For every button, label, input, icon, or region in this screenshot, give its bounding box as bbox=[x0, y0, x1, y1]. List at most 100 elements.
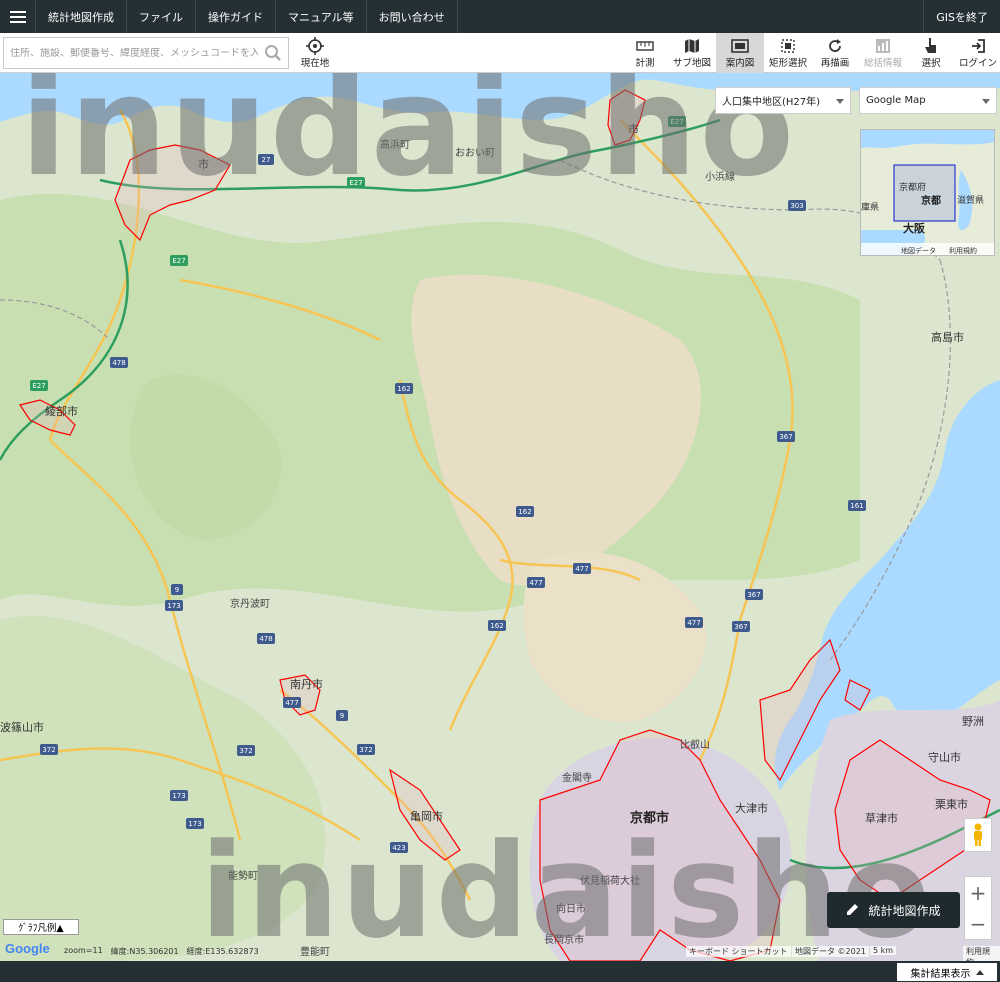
zoom-out-button[interactable]: − bbox=[965, 908, 991, 939]
route-shield-477a: 477 bbox=[573, 563, 591, 574]
route-shield-478b: 478 bbox=[257, 633, 275, 644]
svg-text:478: 478 bbox=[112, 359, 125, 367]
summary-results-button[interactable]: 集計結果表示 bbox=[897, 963, 997, 981]
svg-text:423: 423 bbox=[392, 844, 405, 852]
basemap-select-value: Google Map bbox=[866, 95, 926, 106]
login-button[interactable]: ログイン bbox=[957, 33, 999, 73]
svg-text:173: 173 bbox=[167, 602, 180, 610]
label-noseto: 能勢町 bbox=[228, 869, 258, 882]
route-shield-477d: 477 bbox=[283, 697, 301, 708]
svg-text:京都: 京都 bbox=[921, 194, 941, 207]
guide-map-label: 案内図 bbox=[725, 58, 755, 69]
sub-map-button[interactable]: サブ地図 bbox=[668, 33, 716, 73]
rect-select-button[interactable]: 矩形選択 bbox=[764, 33, 812, 73]
route-shield-303: 303 bbox=[788, 200, 806, 211]
label-hieizan: 比叡山 bbox=[680, 738, 710, 751]
svg-text:E27: E27 bbox=[172, 257, 185, 265]
svg-text:E27: E27 bbox=[32, 382, 45, 390]
route-shield-372c: 372 bbox=[357, 744, 375, 755]
select-button[interactable]: 選択 bbox=[914, 33, 948, 73]
svg-text:大阪: 大阪 bbox=[903, 221, 926, 235]
measure-button[interactable]: 計測 bbox=[629, 33, 661, 73]
route-shield-9a: 9 bbox=[171, 584, 183, 595]
guide-map-button[interactable]: 案内図 bbox=[716, 33, 764, 73]
monitor-icon bbox=[731, 37, 749, 55]
label-takahama: 高浜町 bbox=[380, 138, 410, 151]
svg-text:27: 27 bbox=[262, 156, 271, 164]
route-shield-173a: 173 bbox=[165, 600, 183, 611]
layer-select[interactable]: 人口集中地区(H27年) bbox=[715, 87, 851, 114]
route-shield-9b: 9 bbox=[336, 710, 348, 721]
sub-map-label: サブ地図 bbox=[672, 58, 711, 69]
top-menu-bar: 統計地図作成 ファイル 操作ガイド マニュアル等 お問い合わせ GISを終了 bbox=[0, 0, 1000, 33]
svg-text:京都府: 京都府 bbox=[899, 181, 926, 193]
search-input[interactable] bbox=[4, 47, 258, 59]
login-icon bbox=[970, 37, 986, 55]
zoom-control: + − bbox=[964, 876, 992, 940]
map-data-attribution: 地図データ ©2021 bbox=[792, 946, 869, 957]
svg-text:477: 477 bbox=[575, 565, 588, 573]
label-yasu: 野洲 bbox=[962, 715, 984, 728]
route-shield-27a: 27 bbox=[258, 154, 274, 165]
overview-map[interactable]: 京都府 京都 滋賀県 庫県 大阪 地図データ 利用規約 bbox=[860, 129, 995, 256]
label-maizuru: 市 bbox=[198, 157, 209, 171]
svg-text:372: 372 bbox=[42, 746, 55, 754]
current-location-button[interactable]: 現在地 bbox=[298, 33, 332, 73]
exit-gis-button[interactable]: GISを終了 bbox=[923, 0, 1000, 33]
svg-text:367: 367 bbox=[779, 433, 792, 441]
search-icon[interactable] bbox=[258, 38, 288, 68]
map-svg: 27 E27 E27 E27 E27 478 478 162 162 162 3… bbox=[0, 33, 1000, 961]
label-toyono: 豊能町 bbox=[300, 945, 330, 958]
svg-text:E27: E27 bbox=[670, 118, 683, 126]
route-shield-e27a: E27 bbox=[347, 177, 365, 188]
menu-item-file[interactable]: ファイル bbox=[127, 0, 196, 33]
svg-text:162: 162 bbox=[518, 508, 531, 516]
status-line: zoom=11 緯度:N35.306201 経度:E135.632873 bbox=[64, 946, 259, 957]
graph-legend-button[interactable]: ｸﾞﾗﾌ凡例▲ bbox=[3, 919, 79, 935]
pegman-streetview-icon[interactable] bbox=[964, 818, 992, 852]
svg-text:162: 162 bbox=[490, 622, 503, 630]
redraw-label: 再描画 bbox=[820, 58, 850, 69]
rect-select-icon bbox=[780, 37, 796, 55]
label-ritto: 栗東市 bbox=[935, 797, 968, 811]
map-canvas[interactable]: 27 E27 E27 E27 E27 478 478 162 162 162 3… bbox=[0, 33, 1000, 961]
search-box bbox=[3, 37, 289, 69]
area-info-button[interactable]: 総括情報 bbox=[860, 33, 906, 73]
rect-select-label: 矩形選択 bbox=[768, 58, 807, 69]
route-shield-367c: 367 bbox=[732, 621, 750, 632]
svg-text:372: 372 bbox=[239, 747, 252, 755]
svg-text:利用規約: 利用規約 bbox=[949, 246, 977, 255]
hamburger-menu-icon[interactable] bbox=[0, 0, 36, 33]
basemap-select[interactable]: Google Map bbox=[859, 87, 997, 114]
layer-select-value: 人口集中地区(H27年) bbox=[722, 97, 821, 108]
pointer-hand-icon bbox=[924, 37, 938, 55]
route-shield-e27c: E27 bbox=[30, 380, 48, 391]
label-nagaokakyo: 長岡京市 bbox=[544, 933, 584, 946]
zoom-in-button[interactable]: + bbox=[965, 877, 991, 908]
label-fushimi: 伏見稲荷大社 bbox=[580, 874, 640, 887]
label-nantan: 南丹市 bbox=[290, 677, 323, 691]
svg-text:E27: E27 bbox=[349, 179, 362, 187]
chart-icon bbox=[875, 37, 891, 55]
menu-item-contact[interactable]: お問い合わせ bbox=[367, 0, 458, 33]
svg-text:161: 161 bbox=[850, 502, 863, 510]
menu-item-guide[interactable]: 操作ガイド bbox=[196, 0, 276, 33]
route-shield-477c: 477 bbox=[685, 617, 703, 628]
redraw-button[interactable]: 再描画 bbox=[815, 33, 855, 73]
menu-item-manual[interactable]: マニュアル等 bbox=[276, 0, 367, 33]
svg-text:9: 9 bbox=[175, 586, 179, 594]
svg-text:372: 372 bbox=[359, 746, 372, 754]
label-kyotamba: 京丹波町 bbox=[230, 597, 270, 610]
menu-item-create-map[interactable]: 統計地図作成 bbox=[36, 0, 127, 33]
svg-text:滋賀県: 滋賀県 bbox=[957, 194, 984, 206]
route-shield-162c: 162 bbox=[488, 620, 506, 631]
create-stat-map-button[interactable]: 統計地図作成 bbox=[827, 892, 960, 928]
keyboard-shortcuts-link[interactable]: キーボード ショートカット bbox=[686, 946, 791, 957]
map-icon bbox=[684, 37, 700, 55]
svg-text:478: 478 bbox=[259, 635, 272, 643]
longitude-readout: 経度:E135.632873 bbox=[186, 947, 259, 956]
overview-svg: 京都府 京都 滋賀県 庫県 大阪 地図データ 利用規約 bbox=[861, 130, 994, 255]
label-ayabe: 綾部市 bbox=[45, 404, 78, 418]
label-moriyama: 守山市 bbox=[928, 750, 961, 764]
bottom-bar: 集計結果表示 bbox=[0, 961, 1000, 982]
